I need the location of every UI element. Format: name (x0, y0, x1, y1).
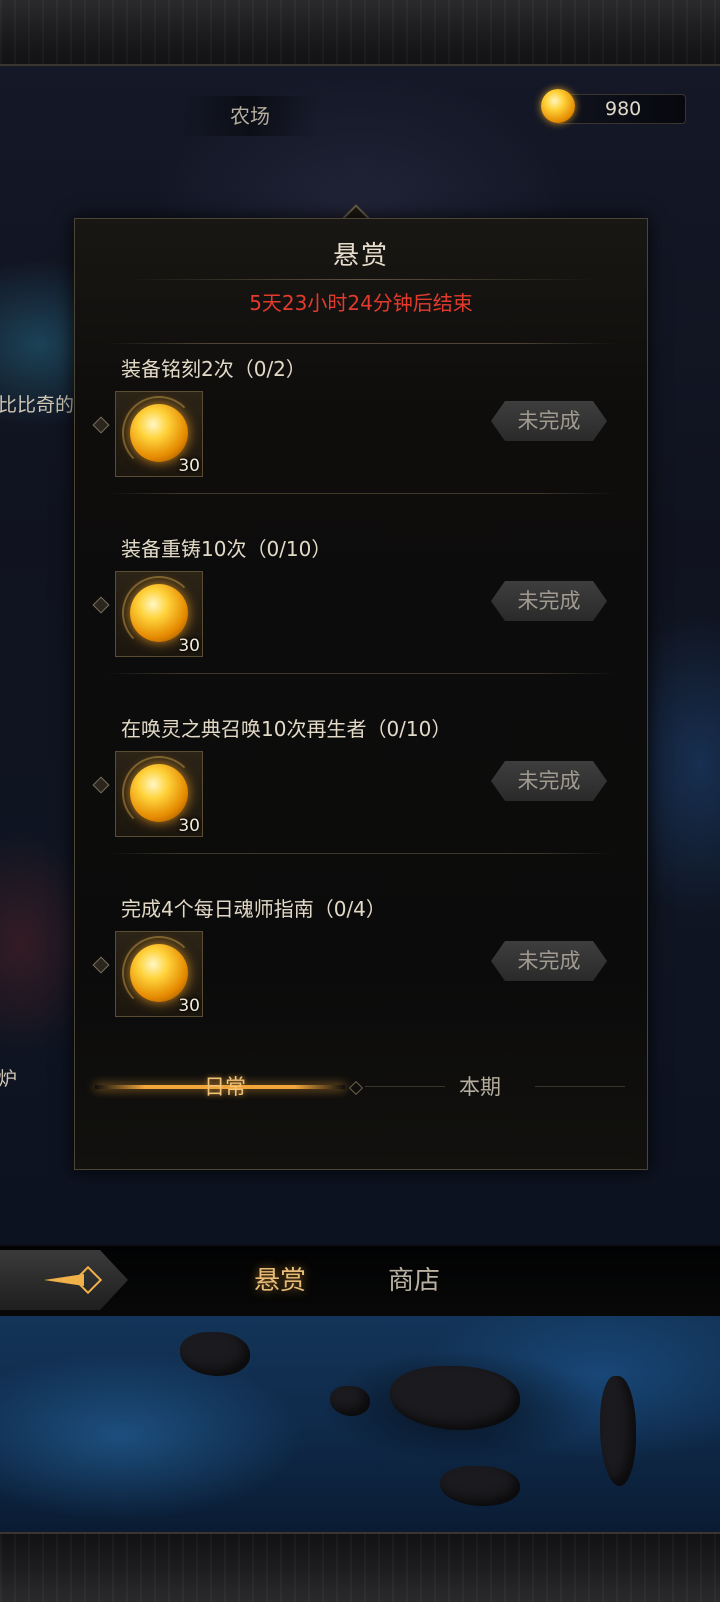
currency-value: 980 (605, 98, 642, 120)
reward-item[interactable]: 30 (115, 931, 203, 1017)
reward-item[interactable]: 30 (115, 391, 203, 477)
quest-item: 在唤灵之典召唤10次再生者（0/10） 30 未完成 (75, 713, 647, 873)
quest-title: 装备铭刻2次（0/2） (121, 357, 306, 381)
bounty-panel: 悬赏 5天23小时24分钟后结束 装备铭刻2次（0/2） 30 未完成 装备重铸… (74, 218, 648, 1170)
rock (180, 1332, 250, 1376)
diamond-separator-icon (348, 1080, 364, 1096)
scene-water-area (0, 1316, 720, 1532)
quest-item: 装备铭刻2次（0/2） 30 未完成 (75, 353, 647, 513)
quest-title: 装备重铸10次（0/10） (121, 537, 332, 561)
rock (330, 1386, 370, 1416)
panel-tab-bar: 日常 本期 (75, 1067, 647, 1107)
tab-daily[interactable]: 日常 (185, 1067, 265, 1107)
currency-display: 980 (541, 89, 686, 124)
reward-count: 30 (178, 456, 200, 476)
quest-item: 完成4个每日魂师指南（0/4） 30 未完成 (75, 893, 647, 1053)
divider (105, 853, 617, 854)
panel-title: 悬赏 (332, 241, 389, 271)
rock (390, 1366, 520, 1430)
quest-item: 装备重铸10次（0/10） 30 未完成 (75, 533, 647, 693)
rock (440, 1466, 520, 1506)
tab-period[interactable]: 本期 (445, 1067, 515, 1107)
diamond-icon (73, 1265, 103, 1295)
quest-title: 在唤灵之典召唤10次再生者（0/10） (121, 717, 452, 741)
nav-tab-shop[interactable]: 商店 (388, 1256, 440, 1306)
diamond-bullet-icon (92, 416, 110, 434)
quest-status-button[interactable]: 未完成 (491, 401, 607, 441)
quest-title: 完成4个每日魂师指南（0/4） (121, 897, 386, 921)
tab-line (535, 1086, 625, 1087)
divider (105, 493, 617, 494)
location-label: 农场 (180, 96, 320, 136)
top-frame-border (0, 0, 720, 66)
reward-count: 30 (178, 996, 200, 1016)
title-underline (125, 279, 597, 280)
quest-status-button[interactable]: 未完成 (491, 581, 607, 621)
gold-orb-icon (541, 89, 575, 123)
event-timer: 5天23小时24分钟后结束 (249, 291, 473, 315)
scene-npc-label: 比比奇的 (0, 394, 75, 416)
diamond-bullet-icon (92, 956, 110, 974)
reward-item[interactable]: 30 (115, 751, 203, 837)
reward-count: 30 (178, 636, 200, 656)
reward-item[interactable]: 30 (115, 571, 203, 657)
divider (105, 343, 617, 344)
bottom-frame-border (0, 1532, 720, 1602)
back-button[interactable] (0, 1250, 128, 1310)
tab-line (365, 1086, 445, 1087)
scene-furnace-label: 炉 (0, 1068, 18, 1090)
rock (600, 1376, 636, 1486)
diamond-bullet-icon (92, 596, 110, 614)
divider (105, 673, 617, 674)
reward-count: 30 (178, 816, 200, 836)
bottom-nav-bar: 悬赏 商店 (0, 1246, 720, 1316)
quest-status-button[interactable]: 未完成 (491, 761, 607, 801)
quest-status-button[interactable]: 未完成 (491, 941, 607, 981)
nav-tab-bounty[interactable]: 悬赏 (254, 1256, 306, 1306)
diamond-bullet-icon (92, 776, 110, 794)
